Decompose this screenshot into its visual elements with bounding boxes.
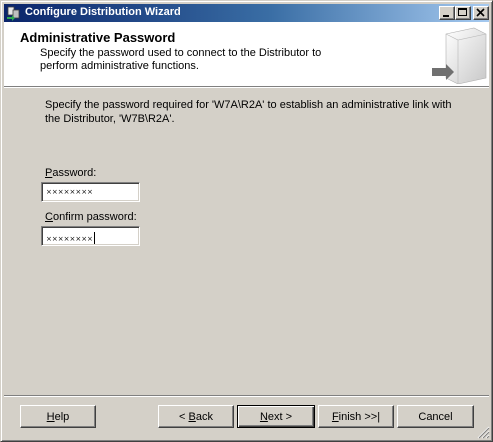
confirm-password-label: Confirm password: [45, 211, 137, 223]
footer-divider-highlight [4, 396, 489, 397]
confirm-password-value: ×××××××× [46, 235, 93, 243]
back-button[interactable]: < Back [158, 405, 234, 428]
finish-label: inish >>| [338, 410, 381, 423]
wizard-window: Configure Distribution Wizard Administra… [0, 0, 493, 442]
page-description: Specify the password used to connect to … [40, 47, 322, 72]
next-label: ext > [267, 410, 293, 423]
wizard-app-icon [7, 6, 20, 21]
text-caret [93, 232, 95, 244]
close-icon [476, 8, 485, 17]
confirm-password-field[interactable]: ×××××××× [41, 226, 140, 246]
close-button[interactable] [473, 6, 489, 20]
back-prefix: < [179, 410, 189, 423]
cancel-label: Cancel [418, 410, 453, 423]
minimize-button[interactable] [439, 6, 455, 20]
minimize-icon [443, 15, 449, 17]
wizard-header: Administrative Password Specify the pass… [4, 22, 489, 86]
password-label: Password: [45, 167, 96, 179]
cancel-button[interactable]: Cancel [397, 405, 474, 428]
header-divider-highlight [4, 87, 489, 88]
confirm-label-text: onfirm password: [52, 211, 137, 223]
server-graphic-icon [432, 27, 487, 84]
help-button[interactable]: Help [20, 405, 96, 428]
instruction-text: Specify the password required for 'W7A\R… [45, 99, 452, 125]
maximize-button[interactable] [455, 6, 471, 20]
next-accel: N [259, 410, 268, 423]
help-label: elp [54, 410, 70, 423]
password-field[interactable]: ×××××××× [41, 182, 140, 202]
back-label: ack [195, 410, 213, 423]
maximize-icon [458, 8, 467, 16]
password-label-text: assword: [52, 167, 97, 179]
resize-grip-icon[interactable] [477, 426, 490, 439]
next-button[interactable]: Next > [237, 405, 315, 428]
help-accel: H [46, 410, 55, 423]
confirm-label-accel: C [45, 211, 53, 223]
window-title: Configure Distribution Wizard [25, 6, 181, 18]
title-bar[interactable]: Configure Distribution Wizard [4, 4, 489, 22]
finish-button[interactable]: Finish >>| [318, 405, 394, 428]
page-title: Administrative Password [20, 30, 176, 45]
password-value: ×××××××× [46, 188, 93, 196]
finish-accel: F [331, 410, 339, 423]
back-accel: B [188, 410, 196, 423]
